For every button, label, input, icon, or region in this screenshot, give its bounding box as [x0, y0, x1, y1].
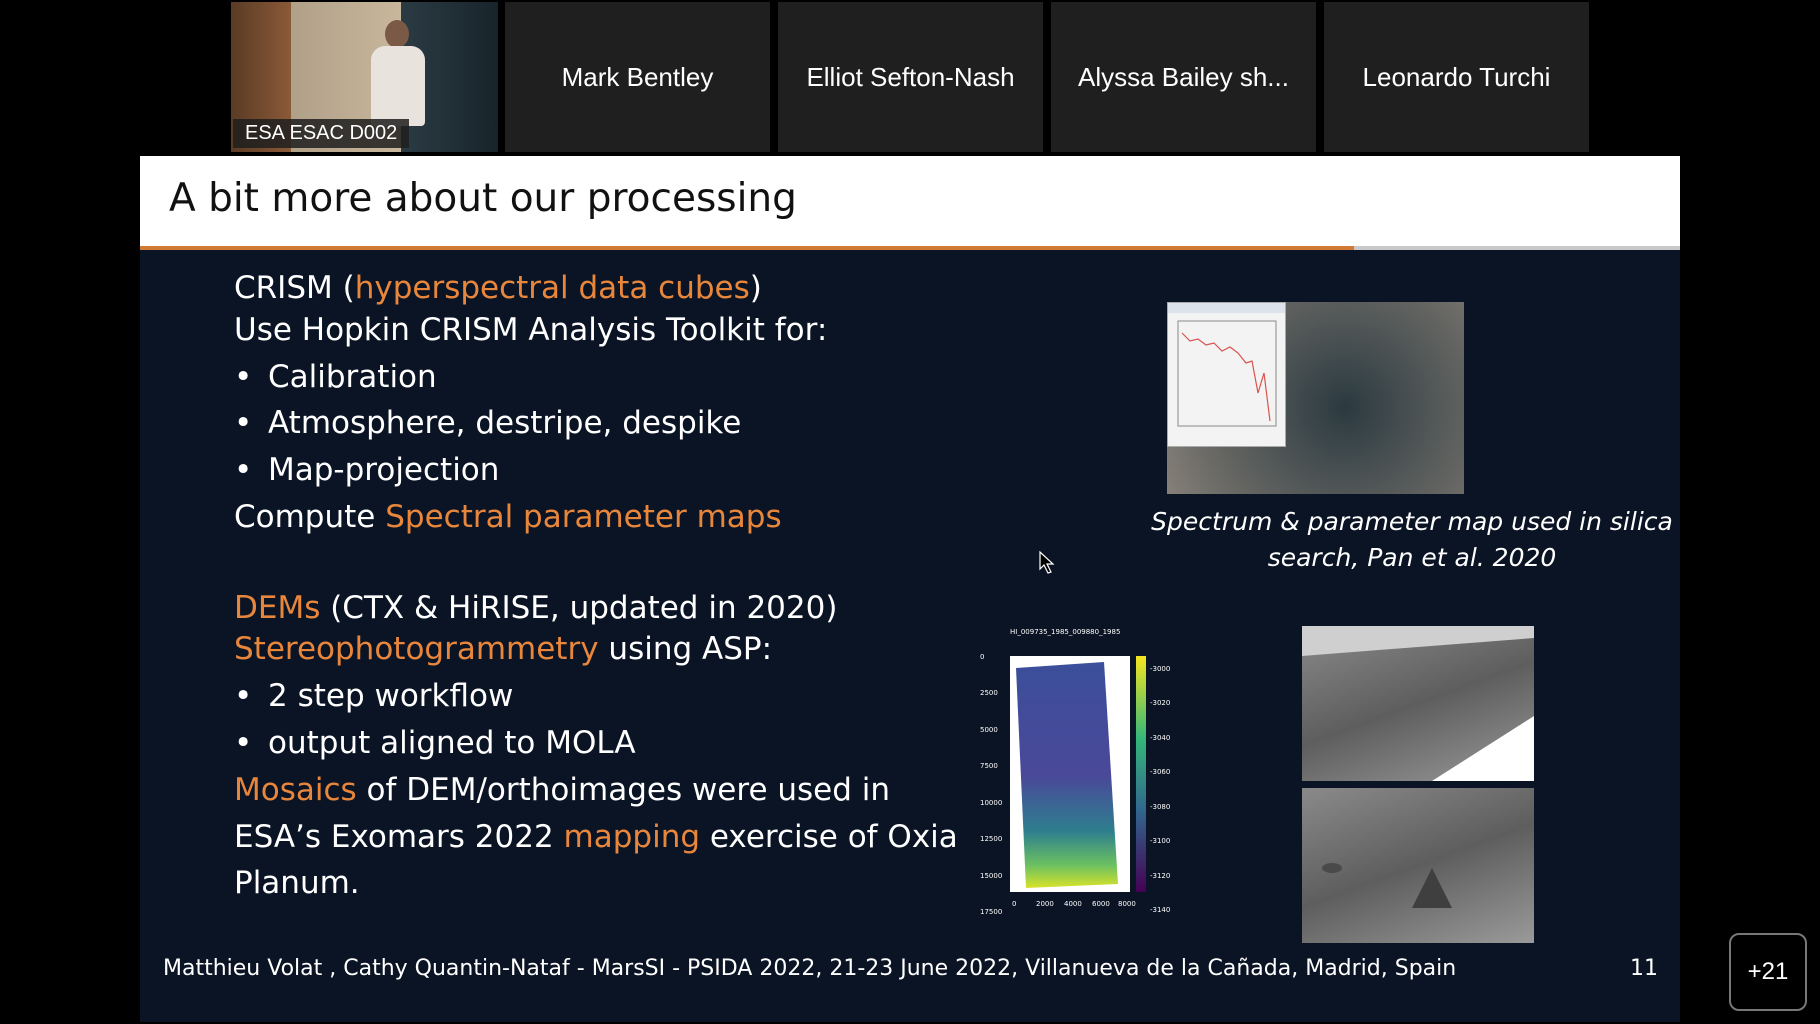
cbar-tick: -3040 [1150, 734, 1170, 742]
terrain-shape [1302, 626, 1534, 781]
participant-tile[interactable]: Elliot Sefton-Nash [778, 2, 1043, 152]
cbar-tick: -3080 [1150, 803, 1170, 811]
active-speaker-video[interactable]: ESA ESAC D002 [231, 2, 498, 152]
dem-title: HI_009735_1985_009880_1985 [1010, 628, 1120, 636]
x-tick: 8000 [1118, 900, 1136, 908]
terrain-render-image [1302, 788, 1534, 943]
crism-intro: Use Hopkin CRISM Analysis Toolkit for: [234, 312, 828, 348]
y-tick: 5000 [980, 726, 998, 734]
y-tick: 15000 [980, 872, 1002, 880]
figure-caption: Spectrum & parameter map used in silica … [1151, 507, 1673, 572]
crism-parameter-map-image [1167, 302, 1464, 494]
colorbar [1136, 656, 1146, 892]
cbar-tick: -3060 [1150, 768, 1170, 776]
bullet-item: • Atmosphere, destripe, despike [234, 405, 742, 441]
shared-slide: A bit more about our processing CRISM (h… [140, 156, 1680, 1022]
header-accent-bar [1354, 246, 1680, 250]
crism-heading: CRISM (hyperspectral data cubes) [234, 270, 762, 306]
cbar-tick: -3020 [1150, 699, 1170, 707]
bullet-item: • 2 step workflow [234, 678, 514, 714]
x-tick: 4000 [1064, 900, 1082, 908]
speaker-figure [371, 46, 425, 126]
video-participant-label: ESA ESAC D002 [233, 119, 410, 148]
slide-page-number: 11 [1630, 956, 1658, 981]
terrain-shape [1322, 863, 1452, 908]
x-tick: 6000 [1092, 900, 1110, 908]
dem-strip [1016, 662, 1118, 888]
slide-title: A bit more about our processing [169, 176, 797, 221]
spectrum-plot-graphic [1168, 303, 1285, 427]
y-tick: 2500 [980, 689, 998, 697]
slide-footer: Matthieu Volat , Cathy Quantin-Nataf - M… [163, 956, 1457, 981]
participant-name: Leonardo Turchi [1362, 61, 1551, 92]
bullet-item: • Map-projection [234, 452, 500, 488]
spectrum-plot-image [1167, 302, 1286, 447]
y-tick: 17500 [980, 908, 1002, 916]
cbar-tick: -3120 [1150, 872, 1170, 880]
y-tick: 7500 [980, 762, 998, 770]
stereo-line: Stereophotogrammetry using ASP: [234, 631, 773, 667]
cbar-tick: -3000 [1150, 665, 1170, 673]
cbar-tick: -3140 [1150, 906, 1170, 914]
terrain-render-image [1302, 626, 1534, 781]
bullet-item: • output aligned to MOLA [234, 725, 636, 761]
mouse-cursor-icon [1039, 551, 1055, 574]
dems-heading: DEMs (CTX & HiRISE, updated in 2020) [234, 590, 838, 626]
speaker-figure [385, 20, 409, 48]
header-accent-bar [140, 246, 1354, 250]
compute-line: Compute Spectral parameter maps [234, 499, 782, 535]
y-tick: 10000 [980, 799, 1002, 807]
mosaic-line: Mosaics of DEM/orthoimages were used in [234, 772, 891, 808]
slide-header: A bit more about our processing [140, 156, 1680, 250]
participant-tile[interactable]: Mark Bentley [505, 2, 770, 152]
cbar-tick: -3100 [1150, 837, 1170, 845]
planum-line: Planum. [234, 865, 360, 901]
participant-name: Mark Bentley [561, 61, 714, 92]
bullet-item: • Calibration [234, 359, 437, 395]
x-tick: 2000 [1036, 900, 1054, 908]
y-tick: 0 [980, 653, 984, 661]
mapping-line: ESA’s Exomars 2022 mapping exercise of O… [234, 819, 958, 855]
more-participants-button[interactable]: +21 [1729, 933, 1807, 1011]
y-tick: 12500 [980, 835, 1002, 843]
dem-heatmap: HI_009735_1985_009880_1985 0 2500 5000 7… [980, 628, 1170, 916]
participant-name: Alyssa Bailey sh... [1078, 61, 1289, 92]
participant-tile[interactable]: Leonardo Turchi [1324, 2, 1589, 152]
participant-name: Elliot Sefton-Nash [806, 61, 1015, 92]
participant-tile[interactable]: Alyssa Bailey sh... [1051, 2, 1316, 152]
dem-figure: HI_009735_1985_009880_1985 0 2500 5000 7… [980, 626, 1180, 926]
x-tick: 0 [1012, 900, 1016, 908]
